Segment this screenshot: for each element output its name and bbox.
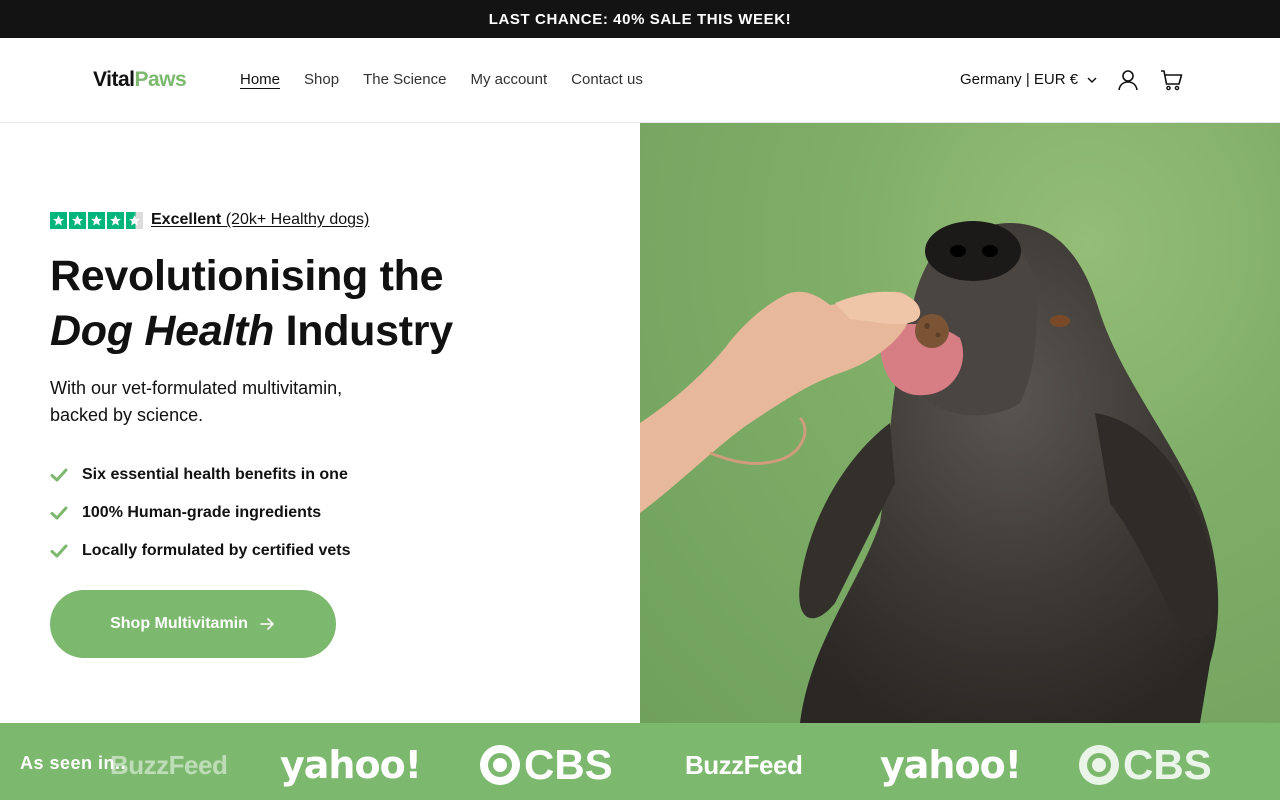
star-icon bbox=[107, 211, 124, 229]
cbs-eye-icon bbox=[480, 745, 520, 785]
headline-italic: Dog Health bbox=[50, 307, 274, 355]
star-icon bbox=[88, 211, 105, 229]
cbs-eye-icon bbox=[1079, 745, 1119, 785]
cbs-logo-text: CBS bbox=[1123, 741, 1212, 788]
dog-illustration bbox=[640, 221, 1219, 723]
check-icon bbox=[50, 468, 68, 482]
buzzfeed-logo: BuzzFeed bbox=[110, 750, 228, 780]
hero-image-dog-eating-treat bbox=[640, 123, 1280, 723]
benefits-list: Six essential health benefits in one 100… bbox=[50, 456, 351, 570]
hero-headline: Revolutionising the Dog Health Industry bbox=[50, 249, 453, 359]
hero-content: Excellent (20k+ Healthy dogs) Revolution… bbox=[0, 123, 640, 723]
benefit-item: 100% Human-grade ingredients bbox=[50, 494, 351, 532]
benefit-text: Six essential health benefits in one bbox=[82, 466, 348, 483]
benefit-text: Locally formulated by certified vets bbox=[82, 542, 351, 559]
logo[interactable]: Vital Paws bbox=[93, 68, 187, 92]
nav-contact-us[interactable]: Contact us bbox=[571, 71, 643, 88]
nav-my-account[interactable]: My account bbox=[470, 71, 547, 88]
yahoo-logo: yahoo! bbox=[880, 743, 1022, 787]
cart-icon[interactable] bbox=[1160, 68, 1184, 92]
logo-text-vital: Vital bbox=[93, 68, 135, 91]
nav-the-science[interactable]: The Science bbox=[363, 71, 446, 88]
cta-label: Shop Multivitamin bbox=[110, 615, 248, 632]
benefit-item: Locally formulated by certified vets bbox=[50, 532, 351, 570]
half-star-icon bbox=[126, 211, 143, 229]
chevron-down-icon bbox=[1087, 76, 1097, 83]
locale-selector[interactable]: Germany | EUR € bbox=[960, 71, 1098, 88]
rating-link[interactable]: Excellent (20k+ Healthy dogs) bbox=[151, 211, 369, 229]
star-icon bbox=[50, 211, 67, 229]
account-icon[interactable] bbox=[1116, 68, 1140, 92]
hero-subtext: With our vet-formulated multivitamin, ba… bbox=[50, 378, 343, 425]
buzzfeed-logo: BuzzFeed bbox=[685, 750, 803, 780]
check-icon bbox=[50, 544, 68, 558]
rating-stars bbox=[50, 211, 143, 229]
benefit-item: Six essential health benefits in one bbox=[50, 456, 351, 494]
arrow-right-icon bbox=[260, 618, 274, 630]
shop-multivitamin-button[interactable]: Shop Multivitamin bbox=[50, 590, 336, 658]
logo-text-paws: Paws bbox=[134, 68, 187, 91]
locale-label: Germany | EUR € bbox=[960, 71, 1079, 88]
cbs-logo: CBS bbox=[480, 741, 613, 789]
site-header: Vital Paws Home Shop The Science My accou… bbox=[0, 38, 1280, 123]
benefit-text: 100% Human-grade ingredients bbox=[82, 504, 322, 521]
headline-line1: Revolutionising the bbox=[50, 252, 444, 300]
cbs-logo-text: CBS bbox=[524, 741, 613, 788]
check-icon bbox=[50, 506, 68, 520]
headline-rest: Industry bbox=[273, 307, 454, 355]
cbs-logo: CBS bbox=[1079, 741, 1212, 789]
rating-detail: (20k+ Healthy dogs) bbox=[225, 211, 370, 228]
nav-shop[interactable]: Shop bbox=[304, 71, 339, 88]
rating-label: Excellent bbox=[151, 211, 222, 228]
announcement-bar: LAST CHANCE: 40% SALE THIS WEEK! bbox=[0, 0, 1280, 38]
trustpilot-rating[interactable]: Excellent (20k+ Healthy dogs) bbox=[50, 211, 369, 229]
press-label: As seen in.. bbox=[20, 753, 127, 773]
announcement-text: LAST CHANCE: 40% SALE THIS WEEK! bbox=[488, 10, 792, 28]
nav-home[interactable]: Home bbox=[240, 71, 280, 88]
press-strip: As seen in.. BuzzFeed yahoo! CBS BuzzFee… bbox=[0, 723, 1280, 800]
main-nav: Home Shop The Science My account Contact… bbox=[240, 71, 643, 88]
yahoo-logo: yahoo! bbox=[280, 743, 422, 787]
star-icon bbox=[69, 211, 86, 229]
